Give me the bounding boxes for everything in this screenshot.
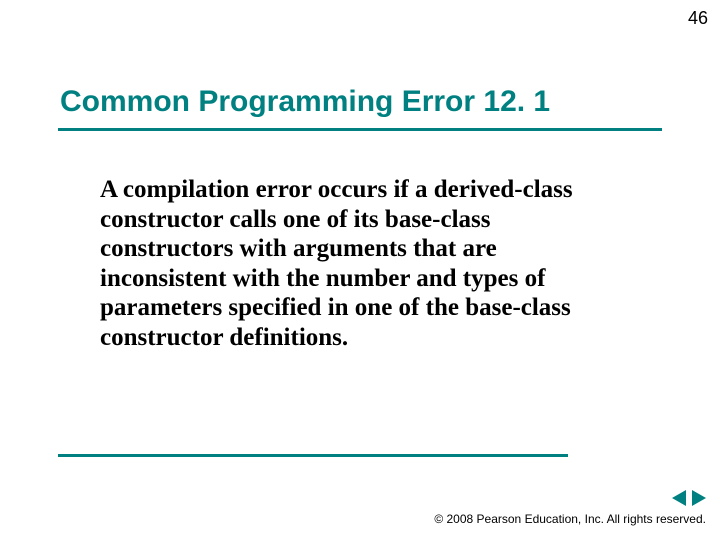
prev-slide-icon[interactable] [672,490,686,506]
nav-controls [672,490,706,506]
lower-rule [58,454,568,457]
slide-title: Common Programming Error 12. 1 [60,85,550,119]
body-text: A compilation error occurs if a derived-… [100,175,625,352]
page-number: 46 [688,8,708,29]
next-slide-icon[interactable] [692,490,706,506]
title-rule [58,128,662,131]
copyright-text: © 2008 Pearson Education, Inc. All right… [434,512,706,526]
